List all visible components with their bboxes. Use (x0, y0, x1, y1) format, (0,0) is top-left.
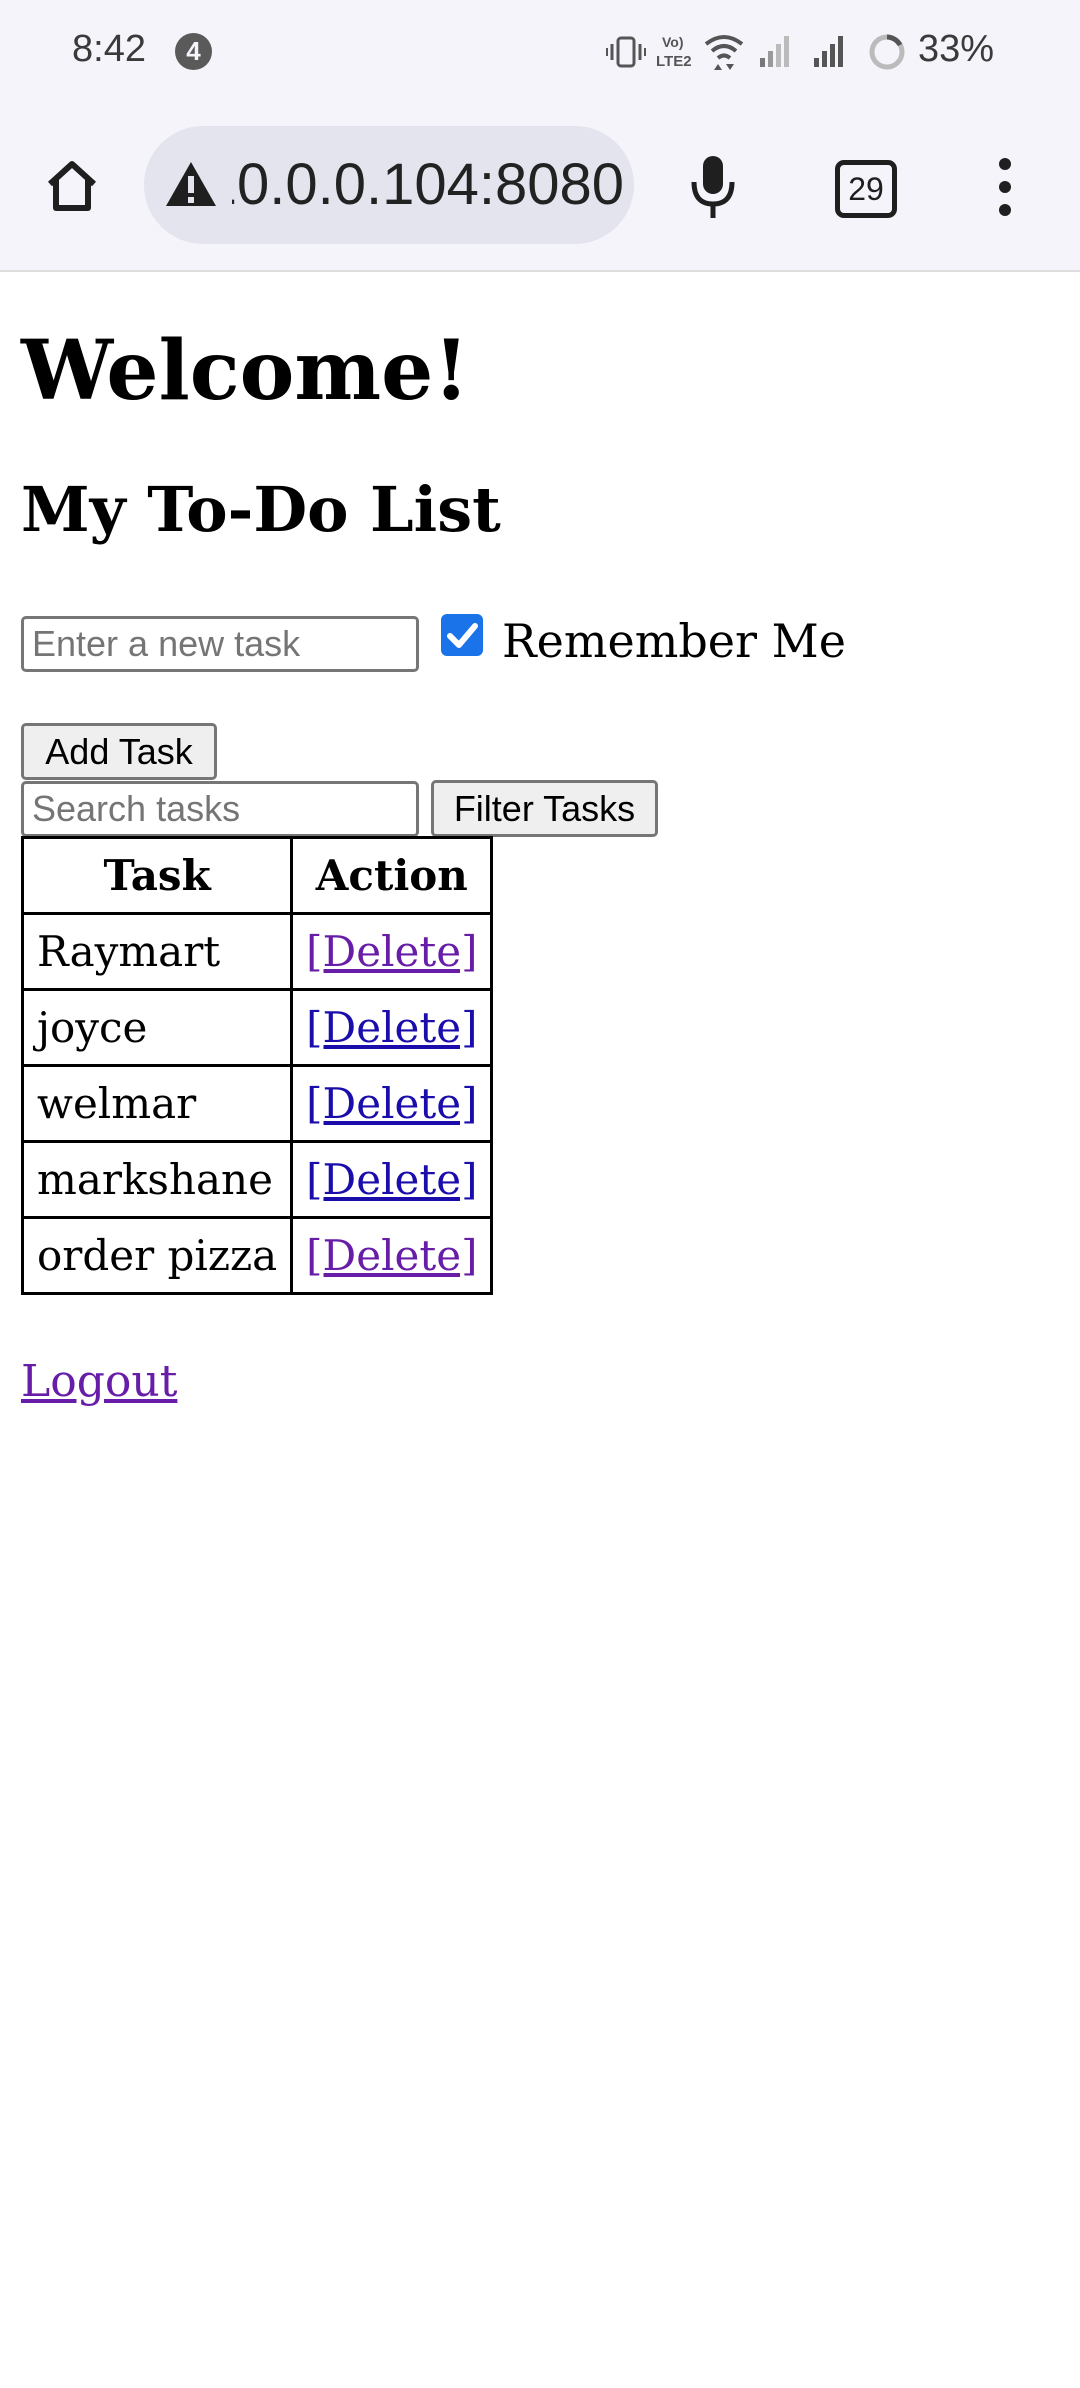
add-task-button[interactable]: Add Task (21, 723, 217, 780)
table-row: Raymart [Delete] (20, 912, 494, 991)
logout-link[interactable]: Logout (21, 1354, 177, 1410)
signal-2-icon (814, 36, 843, 67)
notification-count-badge: 4 (175, 33, 212, 70)
signal-1-icon (760, 36, 789, 67)
battery-percent: 33% (918, 28, 995, 70)
action-cell: [Delete] (290, 988, 494, 1067)
task-name-cell: markshane (20, 1140, 294, 1219)
delete-task-link[interactable]: [Delete] (306, 1079, 477, 1128)
task-name-cell: order pizza (20, 1216, 294, 1295)
table-row: welmar [Delete] (20, 1064, 494, 1143)
task-name-cell: welmar (20, 1064, 294, 1143)
action-cell: [Delete] (290, 1216, 494, 1295)
delete-task-link[interactable]: [Delete] (306, 1231, 477, 1280)
remember-me-checkbox[interactable] (441, 614, 483, 656)
action-cell: [Delete] (290, 912, 494, 991)
action-cell: [Delete] (290, 1140, 494, 1219)
table-row: joyce [Delete] (20, 988, 494, 1067)
svg-text:LTE2: LTE2 (656, 53, 692, 70)
home-icon[interactable] (44, 158, 100, 214)
table-row: order pizza [Delete] (20, 1216, 494, 1295)
tasks-table: Task Action Raymart [Delete] joyce [Dele… (20, 836, 494, 1295)
task-column-header: Task (20, 836, 294, 915)
new-task-input[interactable] (21, 616, 419, 672)
delete-task-link[interactable]: [Delete] (306, 927, 477, 976)
browser-toolbar: 10.0.0.104:8080 29 (0, 104, 1080, 272)
mic-icon[interactable] (688, 154, 738, 220)
welcome-heading: Welcome! (21, 323, 470, 419)
svg-text:Vo): Vo) (662, 34, 684, 50)
table-header-row: Task Action (20, 836, 494, 915)
tabs-icon[interactable]: 29 (835, 160, 897, 218)
status-bar: 8:42 4 Vo) LTE2 33% (0, 0, 1080, 104)
volte-icon: Vo) LTE2 (656, 34, 692, 70)
url-text[interactable]: 10.0.0.104:8080 (232, 156, 624, 214)
search-tasks-input[interactable] (21, 781, 419, 837)
task-name-cell: Raymart (20, 912, 294, 991)
action-cell: [Delete] (290, 1064, 494, 1143)
warning-icon[interactable] (164, 160, 218, 208)
action-column-header: Action (290, 836, 494, 915)
address-bar[interactable]: 10.0.0.104:8080 (144, 126, 634, 244)
more-icon[interactable] (990, 156, 1020, 218)
todo-list-title: My To-Do List (21, 473, 501, 546)
status-time: 8:42 (72, 28, 146, 70)
checkmark-icon (447, 623, 478, 648)
delete-task-link[interactable]: [Delete] (306, 1003, 477, 1052)
table-row: markshane [Delete] (20, 1140, 494, 1219)
wifi-icon (704, 35, 744, 70)
vibrate-icon (606, 36, 646, 68)
task-name-cell: joyce (20, 988, 294, 1067)
battery-icon (869, 34, 905, 70)
filter-tasks-button[interactable]: Filter Tasks (431, 780, 658, 837)
remember-me-label: Remember Me (502, 614, 846, 668)
delete-task-link[interactable]: [Delete] (306, 1155, 477, 1204)
